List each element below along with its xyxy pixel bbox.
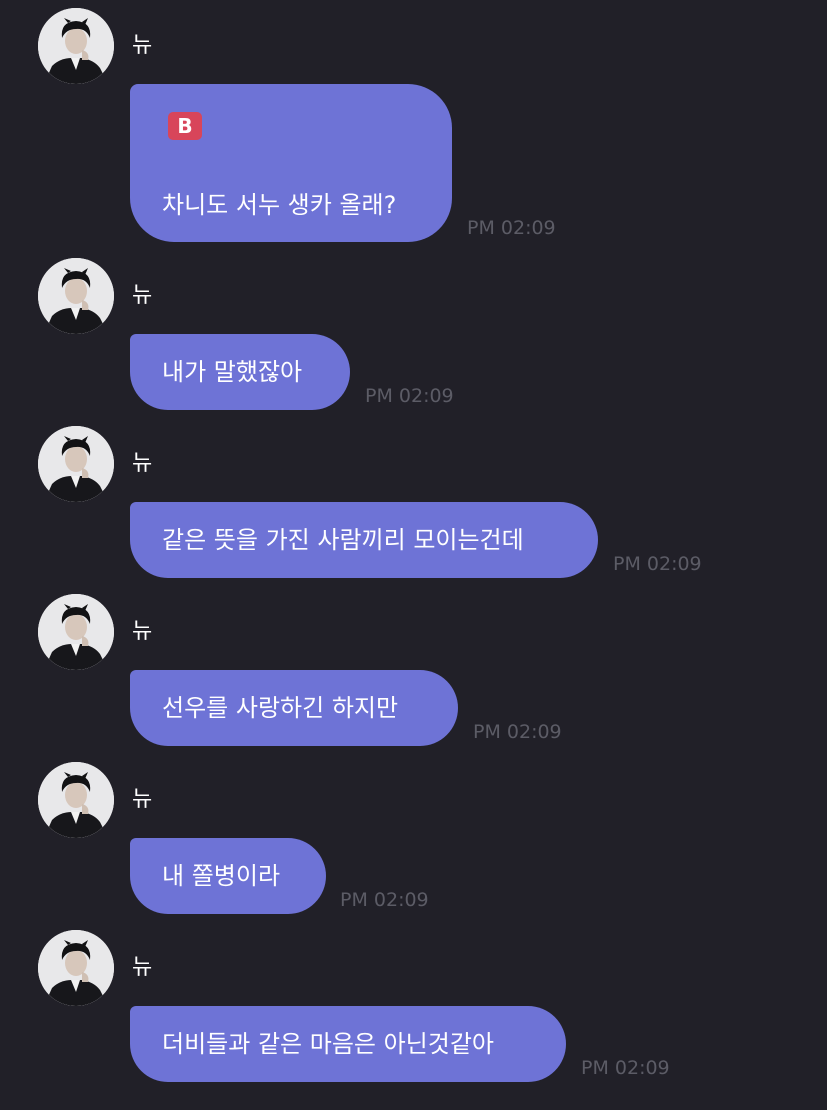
sender-name: 뉴 [132, 955, 153, 980]
avatar[interactable] [38, 594, 114, 670]
message-text: 내 쫄병이라 [162, 862, 281, 890]
sender-name: 뉴 [132, 283, 153, 308]
message-bubble[interactable]: 같은 뜻을 가진 사람끼리 모이는건데 [130, 502, 598, 578]
sender-name: 뉴 [132, 787, 153, 812]
avatar[interactable] [38, 426, 114, 502]
message-timestamp: PM 02:09 [581, 1057, 670, 1079]
avatar-photo-icon [38, 930, 114, 1006]
message-timestamp: PM 02:09 [340, 889, 429, 911]
message-bubble[interactable]: B 차니도 서누 생카 올래? [130, 84, 452, 242]
message-bubble[interactable]: 내가 말했잖아 [130, 334, 350, 410]
message-timestamp: PM 02:09 [365, 385, 454, 407]
message-bubble[interactable]: 더비들과 같은 마음은 아닌것같아 [130, 1006, 566, 1082]
chat-thread: 뉴 B 차니도 서누 생카 올래? PM 02:09 뉴 내가 말했잖아 PM … [0, 0, 827, 1110]
sender-name: 뉴 [132, 451, 153, 476]
avatar[interactable] [38, 930, 114, 1006]
avatar-photo-icon [38, 762, 114, 838]
message-bubble[interactable]: 선우를 사랑하긴 하지만 [130, 670, 458, 746]
message-text: 선우를 사랑하긴 하지만 [162, 694, 399, 722]
avatar-photo-icon [38, 258, 114, 334]
message-text: 내가 말했잖아 [162, 358, 303, 386]
message-text: 차니도 서누 생카 올래? [162, 191, 397, 219]
sender-name: 뉴 [132, 33, 153, 58]
message-text: 더비들과 같은 마음은 아닌것같아 [162, 1030, 495, 1058]
avatar-photo-icon [38, 594, 114, 670]
message-timestamp: PM 02:09 [473, 721, 562, 743]
message-timestamp: PM 02:09 [467, 217, 556, 239]
sender-name: 뉴 [132, 619, 153, 644]
avatar[interactable] [38, 258, 114, 334]
avatar-photo-icon [38, 426, 114, 502]
avatar-photo-icon [38, 8, 114, 84]
message-bubble[interactable]: 내 쫄병이라 [130, 838, 326, 914]
avatar[interactable] [38, 8, 114, 84]
b-badge-icon: B [168, 112, 202, 140]
avatar[interactable] [38, 762, 114, 838]
message-text: 같은 뜻을 가진 사람끼리 모이는건데 [162, 526, 524, 554]
message-timestamp: PM 02:09 [613, 553, 702, 575]
